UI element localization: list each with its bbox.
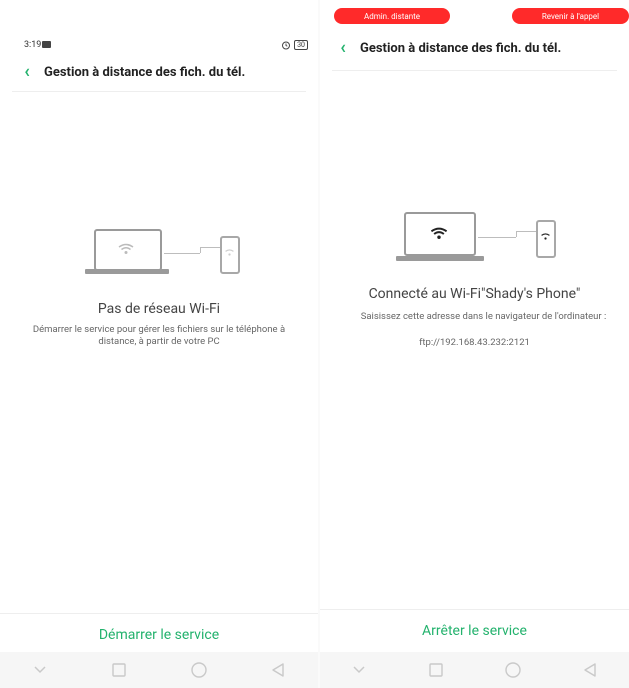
- nav-back-icon[interactable]: [578, 658, 602, 682]
- nav-circle-icon[interactable]: [187, 658, 211, 682]
- wifi-icon: [116, 242, 136, 256]
- navigation-bar: [320, 652, 629, 688]
- connector-line: [164, 253, 200, 254]
- nav-back-icon[interactable]: [266, 658, 290, 682]
- left-screen: 3:19 30 ‹ Gestion à distance des fich. d…: [0, 0, 318, 688]
- connector-line: [478, 237, 516, 238]
- nav-circle-icon[interactable]: [501, 658, 525, 682]
- start-service-button[interactable]: Démarrer le service: [0, 627, 318, 643]
- laptop-base: [85, 269, 169, 274]
- wifi-icon: [428, 225, 450, 241]
- nav-square-icon[interactable]: [424, 658, 448, 682]
- nav-down-icon[interactable]: [28, 658, 52, 682]
- status-description: Démarrer le service pour gérer les fichi…: [32, 324, 286, 347]
- status-description: Saisissez cette adresse dans le navigate…: [360, 311, 607, 322]
- status-heading: Pas de réseau Wi-Fi: [97, 301, 221, 317]
- nav-square-icon[interactable]: [107, 658, 131, 682]
- laptop-base: [396, 256, 484, 261]
- navigation-bar: [0, 652, 318, 688]
- stop-service-button[interactable]: Arrêter le service: [320, 623, 629, 639]
- right-screen: Admin. distante Revenir à l'appel ‹ Gest…: [320, 0, 629, 688]
- connection-illustration: [320, 0, 629, 300]
- status-heading: Connecté au Wi-Fi"Shady's Phone": [368, 286, 581, 302]
- connection-illustration: [0, 0, 318, 300]
- ftp-address: ftp://192.168.43.232:2121: [419, 337, 530, 348]
- nav-down-icon[interactable]: [347, 658, 371, 682]
